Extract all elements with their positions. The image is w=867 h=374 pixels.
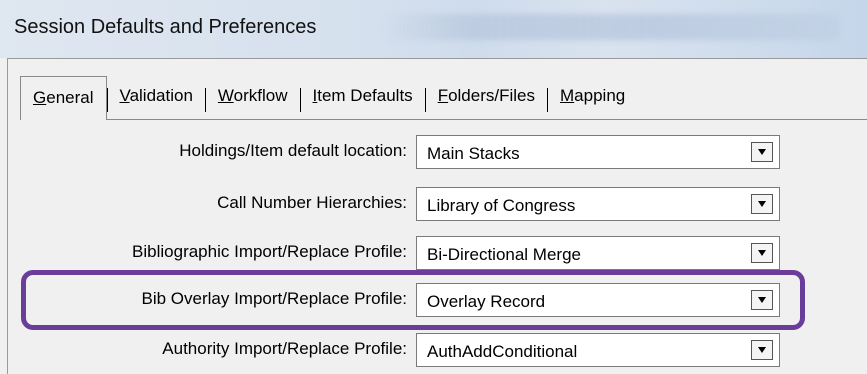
dropdown-value: Main Stacks [427, 144, 520, 163]
field-label: Bibliographic Import/Replace Profile: [132, 242, 407, 261]
tab-folders-files[interactable]: Folders/Files [426, 76, 547, 110]
dropdown-value: AuthAddConditional [427, 342, 578, 361]
field-label: Call Number Hierarchies: [217, 193, 407, 212]
tab-mnemonic: V [119, 86, 130, 105]
holdings-location-dropdown[interactable]: Main Stacks [416, 135, 780, 169]
bib-overlay-profile-dropdown[interactable]: Overlay Record [416, 283, 780, 317]
tab-label: tem Defaults [317, 86, 413, 105]
call-number-hierarchies-dropdown[interactable]: Library of Congress [416, 187, 780, 221]
tab-workflow[interactable]: Workflow [206, 76, 300, 110]
tab-item-defaults[interactable]: Item Defaults [301, 76, 425, 110]
tab-general[interactable]: General [20, 76, 107, 120]
dropdown-arrow-icon[interactable] [751, 194, 773, 214]
field-row-call-number: Call Number Hierarchies: Library of Cong… [0, 185, 867, 225]
field-label: Holdings/Item default location: [179, 141, 407, 160]
bib-import-profile-dropdown[interactable]: Bi-Directional Merge [416, 236, 780, 270]
dropdown-value: Bi-Directional Merge [427, 245, 581, 264]
tab-mapping[interactable]: Mapping [548, 76, 637, 110]
dropdown-arrow-icon[interactable] [751, 340, 773, 360]
tab-label: eneral [46, 88, 94, 107]
dropdown-value: Overlay Record [427, 292, 546, 311]
tab-mnemonic: M [560, 86, 575, 105]
window-title: Session Defaults and Preferences [14, 16, 317, 38]
tab-mnemonic: G [33, 88, 47, 107]
tab-label: apping [574, 86, 626, 105]
field-row-holdings-location: Holdings/Item default location: Main Sta… [0, 133, 867, 173]
dropdown-value: Library of Congress [427, 196, 576, 215]
tab-validation[interactable]: Validation [108, 76, 205, 110]
field-label: Authority Import/Replace Profile: [162, 339, 407, 358]
title-bar: Session Defaults and Preferences [0, 0, 867, 58]
tab-mnemonic: F [437, 86, 449, 105]
tab-mnemonic: W [217, 86, 234, 105]
field-row-authority-import: Authority Import/Replace Profile: AuthAd… [0, 331, 867, 371]
field-label: Bib Overlay Import/Replace Profile: [141, 289, 408, 308]
tab-label: orkflow [233, 86, 288, 105]
dropdown-arrow-icon[interactable] [751, 142, 773, 162]
tab-label: olders/Files [448, 86, 535, 105]
dropdown-arrow-icon[interactable] [751, 290, 773, 310]
tab-strip: General Validation Workflow Item Default… [20, 76, 867, 120]
tab-label: alidation [129, 86, 193, 105]
authority-import-profile-dropdown[interactable]: AuthAddConditional [416, 333, 780, 367]
blurred-title-region [380, 14, 840, 40]
field-row-bib-overlay: Bib Overlay Import/Replace Profile: Over… [0, 281, 867, 321]
field-row-bib-import: Bibliographic Import/Replace Profile: Bi… [0, 234, 867, 274]
dropdown-arrow-icon[interactable] [751, 243, 773, 263]
